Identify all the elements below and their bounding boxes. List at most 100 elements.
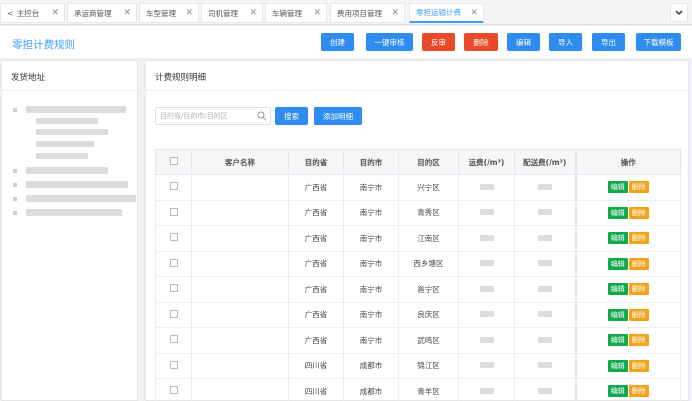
row-checkbox[interactable] [169, 207, 178, 216]
tab-label: 司机管理 [208, 8, 238, 18]
row-edit-button[interactable]: 编辑 [607, 359, 628, 372]
table-row[interactable]: 广西省 南宁市 江南区 编辑 删除 [155, 225, 681, 252]
row-checkbox[interactable] [169, 386, 178, 395]
table-row[interactable]: 广西省 南宁市 良庆区 编辑 删除 [155, 301, 681, 328]
unaudit-button[interactable]: 反审 [422, 33, 455, 51]
close-icon[interactable]: ✕ [391, 8, 399, 18]
city-cell: 南宁市 [343, 174, 399, 201]
row-checkbox[interactable] [169, 335, 178, 344]
row-checkbox[interactable] [169, 258, 178, 267]
download-template-button[interactable]: 下载模板 [636, 33, 681, 51]
search-input[interactable]: 目的省/目的市/目的区 [155, 107, 271, 125]
freight-cell [458, 327, 515, 354]
import-button[interactable]: 导入 [549, 33, 582, 51]
row-delete-button[interactable]: 删除 [628, 385, 649, 398]
tab-console[interactable]: < 主控台 ✕ [0, 3, 65, 23]
edit-button[interactable]: 编辑 [507, 33, 540, 51]
table-row[interactable]: 四川省 成都市 青羊区 编辑 删除 [155, 378, 681, 401]
tree-item[interactable] [26, 167, 108, 174]
row-checkbox[interactable] [169, 182, 178, 191]
close-icon[interactable]: ✕ [185, 8, 193, 18]
tab-fee-items[interactable]: 费用项目管理 ✕ [330, 3, 405, 23]
row-checkbox[interactable] [169, 360, 178, 369]
audit-button[interactable]: 一键审核 [366, 33, 413, 51]
column-header-freight: 运费(/m³) [458, 149, 515, 175]
close-icon[interactable]: ✕ [470, 8, 478, 18]
tab-more-button[interactable] [670, 3, 688, 22]
row-select-cell[interactable] [155, 199, 192, 226]
city-cell: 南宁市 [343, 199, 399, 226]
city-cell: 南宁市 [343, 276, 399, 303]
table-row[interactable]: 广西省 南宁市 青秀区 编辑 删除 [155, 199, 681, 226]
row-delete-button[interactable]: 删除 [628, 181, 649, 194]
city-cell: 南宁市 [343, 301, 399, 328]
row-edit-button[interactable]: 编辑 [607, 257, 628, 270]
search-button[interactable]: 搜索 [275, 107, 308, 125]
table-row[interactable]: 广西省 南宁市 武鸣区 编辑 删除 [155, 327, 681, 354]
search-placeholder: 目的省/目的市/目的区 [160, 112, 228, 120]
tree-item[interactable] [36, 153, 88, 159]
table-row[interactable]: 广西省 南宁市 西乡塘区 编辑 删除 [155, 250, 681, 277]
table-row[interactable]: 广西省 南宁市 邕宁区 编辑 删除 [155, 276, 681, 303]
tree-item[interactable] [26, 209, 122, 216]
tree-item[interactable] [36, 129, 108, 135]
tab-vehicle[interactable]: 车辆管理 ✕ [265, 3, 327, 23]
tree-item[interactable] [26, 181, 128, 188]
create-button[interactable]: 创建 [321, 33, 354, 51]
tab-driver[interactable]: 司机管理 ✕ [201, 3, 263, 23]
redacted-value [537, 311, 552, 318]
row-edit-button[interactable]: 编辑 [607, 206, 628, 219]
tab-label: 车辆管理 [272, 8, 302, 18]
select-all-checkbox[interactable] [169, 157, 178, 165]
row-edit-button[interactable]: 编辑 [607, 385, 628, 398]
row-checkbox[interactable] [169, 284, 178, 293]
row-select-cell[interactable] [155, 352, 192, 379]
district-cell: 武鸣区 [398, 327, 459, 354]
row-edit-button[interactable]: 编辑 [607, 308, 628, 321]
row-checkbox[interactable] [169, 233, 178, 242]
row-delete-button[interactable]: 删除 [628, 283, 649, 296]
row-edit-button[interactable]: 编辑 [607, 232, 628, 245]
table-row[interactable]: 四川省 成都市 锦江区 编辑 删除 [155, 352, 681, 379]
customer-cell [191, 199, 289, 226]
row-delete-button[interactable]: 删除 [628, 334, 649, 347]
row-delete-button[interactable]: 删除 [628, 232, 649, 245]
row-select-cell[interactable] [155, 174, 192, 201]
row-select-cell[interactable] [155, 378, 192, 401]
select-all-cell[interactable] [155, 149, 192, 175]
tab-ltl-billing[interactable]: 零担运输计费 ✕ [409, 3, 484, 23]
row-delete-button[interactable]: 删除 [628, 359, 649, 372]
billing-rules-table: 客户名称 目的省 目的市 目的区 运费(/m³) 配送费(/m³) 操作 广西省… [155, 149, 681, 401]
redacted-value [479, 285, 494, 292]
table-row[interactable]: 广西省 南宁市 兴宁区 编辑 删除 [155, 174, 681, 201]
row-select-cell[interactable] [155, 225, 192, 252]
row-delete-button[interactable]: 删除 [628, 206, 649, 219]
close-icon[interactable]: ✕ [51, 8, 59, 18]
row-delete-button[interactable]: 删除 [628, 257, 649, 270]
close-icon[interactable]: ✕ [249, 8, 257, 18]
city-cell: 南宁市 [343, 225, 399, 252]
row-edit-button[interactable]: 编辑 [607, 334, 628, 347]
delete-button[interactable]: 删除 [464, 33, 498, 51]
row-edit-button[interactable]: 编辑 [607, 181, 628, 194]
row-edit-button[interactable]: 编辑 [607, 283, 628, 296]
row-select-cell[interactable] [155, 327, 192, 354]
tree-item[interactable] [36, 141, 94, 147]
row-select-cell[interactable] [155, 276, 192, 303]
row-checkbox[interactable] [169, 309, 178, 318]
row-select-cell[interactable] [155, 301, 192, 328]
tree-item[interactable] [26, 106, 126, 113]
city-cell: 南宁市 [343, 327, 399, 354]
tab-vehicle-type[interactable]: 车型管理 ✕ [139, 3, 199, 23]
close-icon[interactable]: ✕ [313, 8, 321, 18]
tab-carrier[interactable]: 承运商管理 ✕ [67, 3, 137, 23]
row-select-cell[interactable] [155, 250, 192, 277]
tree-item[interactable] [36, 118, 98, 124]
add-detail-button[interactable]: 添加明细 [314, 107, 362, 125]
freight-cell [458, 199, 515, 226]
tree-item[interactable] [26, 195, 136, 202]
close-icon[interactable]: ✕ [123, 8, 131, 18]
province-cell: 广西省 [288, 327, 344, 354]
export-button[interactable]: 导出 [592, 33, 625, 51]
row-delete-button[interactable]: 删除 [628, 308, 649, 321]
